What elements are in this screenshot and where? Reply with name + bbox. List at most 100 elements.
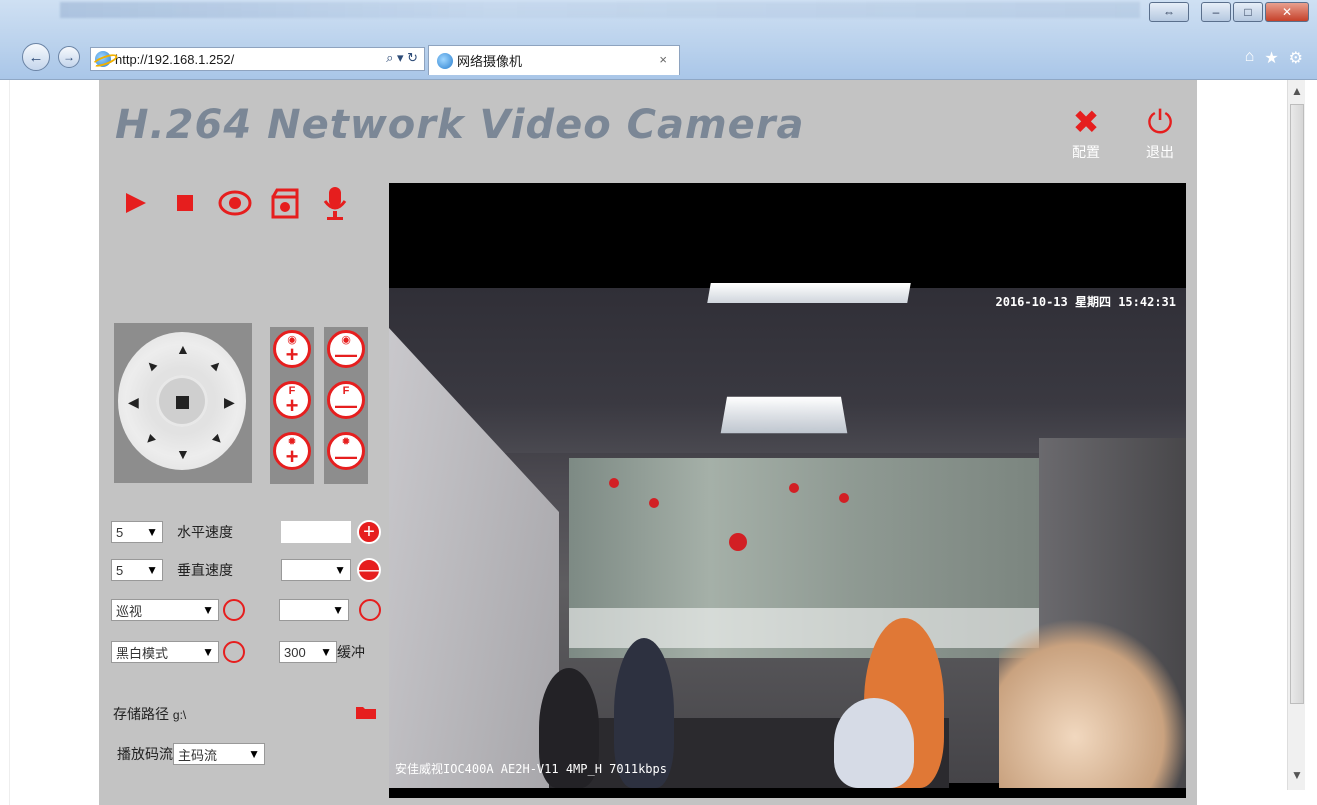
aux-toggle[interactable] (359, 599, 381, 621)
ptz-up-right-icon[interactable]: ▲ (206, 354, 227, 375)
browser-titlebar: ⇔ – □ ✕ ← → http://192.168.1.252/ ⌕ ▾ ↻ … (0, 0, 1317, 80)
zoom-in-button[interactable]: ◉ + (273, 330, 311, 368)
video-player[interactable]: 2016-10-13 星期四 15:42:31 安佳威视IOC400A AE2H… (389, 183, 1186, 798)
video-frame (389, 283, 1186, 788)
h-speed-row: 5 ▼ 水平速度 + (111, 520, 381, 544)
mic-icon[interactable] (317, 185, 353, 221)
ptz-down-right-icon[interactable]: ▼ (206, 428, 227, 449)
chevron-down-icon: ▼ (146, 525, 158, 539)
ceiling-lamp (720, 396, 848, 434)
h-speed-select[interactable]: 5 ▼ (111, 521, 163, 543)
chevron-down-icon: ▼ (202, 603, 214, 617)
minimize-button[interactable]: – (1201, 2, 1231, 22)
close-button[interactable]: ✕ (1265, 2, 1309, 22)
chevron-down-icon: ▼ (320, 645, 332, 659)
iris-open-button[interactable]: ✹ + (273, 432, 311, 470)
stream-row: 播放码流 主码流 ▼ (117, 743, 265, 765)
add-preset-button[interactable]: + (357, 520, 381, 544)
address-url[interactable]: http://192.168.1.252/ (115, 52, 234, 67)
aux-select[interactable]: ▼ (279, 599, 349, 621)
cruise-toggle[interactable] (223, 599, 245, 621)
exit-button[interactable]: ⏻ 退出 (1135, 102, 1185, 162)
foreground-blur (999, 618, 1186, 788)
chevron-down-icon: ▼ (332, 603, 344, 617)
osd-device-name: 安佳威视IOC400A AE2H-V11 4MP_H 7011kbps (395, 762, 667, 776)
browser-right-icons: ⌂ ★ ⚙ (1245, 48, 1303, 68)
preset-select[interactable]: ▼ (281, 559, 351, 581)
window-buttons: ⇔ – □ ✕ (1149, 2, 1309, 22)
v-speed-select[interactable]: 5 ▼ (111, 559, 163, 581)
folder-icon[interactable] (355, 704, 377, 720)
ptz-down-left-icon[interactable]: ▼ (140, 428, 161, 449)
mode-select[interactable]: 黑白模式 ▼ (111, 641, 219, 663)
page-scrollbar[interactable]: ▲ ▼ (1287, 80, 1305, 790)
buffer-value: 300 (284, 644, 306, 660)
config-button[interactable]: ✖ 配置 (1061, 102, 1111, 162)
ie-icon (95, 51, 111, 67)
resize-icon[interactable]: ⇔ (1149, 2, 1189, 22)
v-speed-row: 5 ▼ 垂直速度 ▼ — (111, 558, 381, 582)
camera-app: H.264 Network Video Camera ✖ 配置 ⏻ 退出 ▲ ▼… (99, 80, 1197, 805)
ptz-left-icon[interactable]: ◀ (128, 395, 139, 409)
h-speed-label: 水平速度 (177, 524, 233, 540)
ptz-up-icon[interactable]: ▲ (176, 342, 190, 356)
scroll-up-icon[interactable]: ▲ (1288, 84, 1306, 102)
nav-row: ← → http://192.168.1.252/ ⌕ ▾ ↻ 网络摄像机 × … (0, 40, 1317, 76)
scroll-thumb[interactable] (1290, 104, 1304, 704)
address-bar[interactable]: http://192.168.1.252/ ⌕ ▾ ↻ (90, 47, 425, 71)
stream-select[interactable]: 主码流 ▼ (173, 743, 265, 765)
save-path-value: g:\ (172, 708, 187, 722)
mode-value: 黑白模式 (116, 645, 169, 661)
cruise-value: 巡视 (116, 603, 143, 619)
save-path: 存储路径 g:\ (113, 704, 186, 724)
stream-label: 播放码流 (117, 746, 173, 762)
stream-value: 主码流 (178, 747, 218, 763)
mode-row: 黑白模式 ▼ 300 ▼ 缓冲 (111, 641, 365, 663)
ptz-up-left-icon[interactable]: ▲ (140, 354, 161, 375)
mode-toggle[interactable] (223, 641, 245, 663)
left-edge (0, 80, 10, 805)
favorites-icon[interactable]: ★ (1264, 48, 1278, 68)
gear-icon[interactable]: ⚙ (1289, 48, 1303, 68)
brand-title: H.264 Network Video Camera (115, 102, 805, 148)
lens-minus-group: ◉ — F — ✹ — (324, 327, 368, 484)
ptz-right-icon[interactable]: ▶ (224, 395, 235, 409)
snapshot-icon[interactable] (217, 185, 253, 221)
cruise-select[interactable]: 巡视 ▼ (111, 599, 219, 621)
zoom-out-button[interactable]: ◉ — (327, 330, 365, 368)
buffer-label: 缓冲 (337, 644, 365, 660)
v-speed-value: 5 (116, 562, 124, 578)
wrench-screwdriver-icon: ✖ (1072, 104, 1100, 140)
ptz-stop-icon[interactable] (176, 396, 189, 409)
ie-icon (437, 52, 453, 69)
tab-active[interactable]: 网络摄像机 × (428, 45, 680, 75)
maximize-button[interactable]: □ (1233, 2, 1263, 22)
power-icon: ⏻ (1147, 104, 1173, 140)
focus-in-button[interactable]: F + (273, 381, 311, 419)
buffer-select[interactable]: 300 ▼ (279, 641, 337, 663)
chevron-down-icon: ▼ (248, 747, 260, 761)
h-speed-value: 5 (116, 524, 124, 540)
scroll-down-icon[interactable]: ▼ (1288, 768, 1306, 786)
preset-input[interactable] (281, 521, 351, 543)
ptz-down-icon[interactable]: ▼ (176, 447, 190, 461)
forward-button[interactable]: → (58, 46, 80, 68)
tab-close-icon[interactable]: × (659, 52, 667, 67)
search-refresh-icon[interactable]: ⌕ ▾ ↻ (386, 50, 418, 66)
save-path-label: 存储路径 (113, 706, 169, 722)
chevron-down-icon: ▼ (334, 563, 346, 577)
chevron-down-icon: ▼ (202, 645, 214, 659)
remove-preset-button[interactable]: — (357, 558, 381, 582)
back-button[interactable]: ← (22, 43, 50, 71)
cruise-row: 巡视 ▼ ▼ (111, 599, 381, 621)
lens-plus-group: ◉ + F + ✹ + (270, 327, 314, 484)
iris-close-button[interactable]: ✹ — (327, 432, 365, 470)
focus-out-button[interactable]: F — (327, 381, 365, 419)
person (834, 698, 914, 788)
home-icon[interactable]: ⌂ (1245, 48, 1255, 68)
stop-icon[interactable] (167, 185, 203, 221)
play-icon[interactable] (117, 185, 153, 221)
ptz-disc: ▲ ▼ ◀ ▶ ▲ ▲ ▼ ▼ (118, 332, 246, 470)
record-icon[interactable] (267, 185, 303, 221)
blurred-tab-strip (60, 2, 1140, 18)
